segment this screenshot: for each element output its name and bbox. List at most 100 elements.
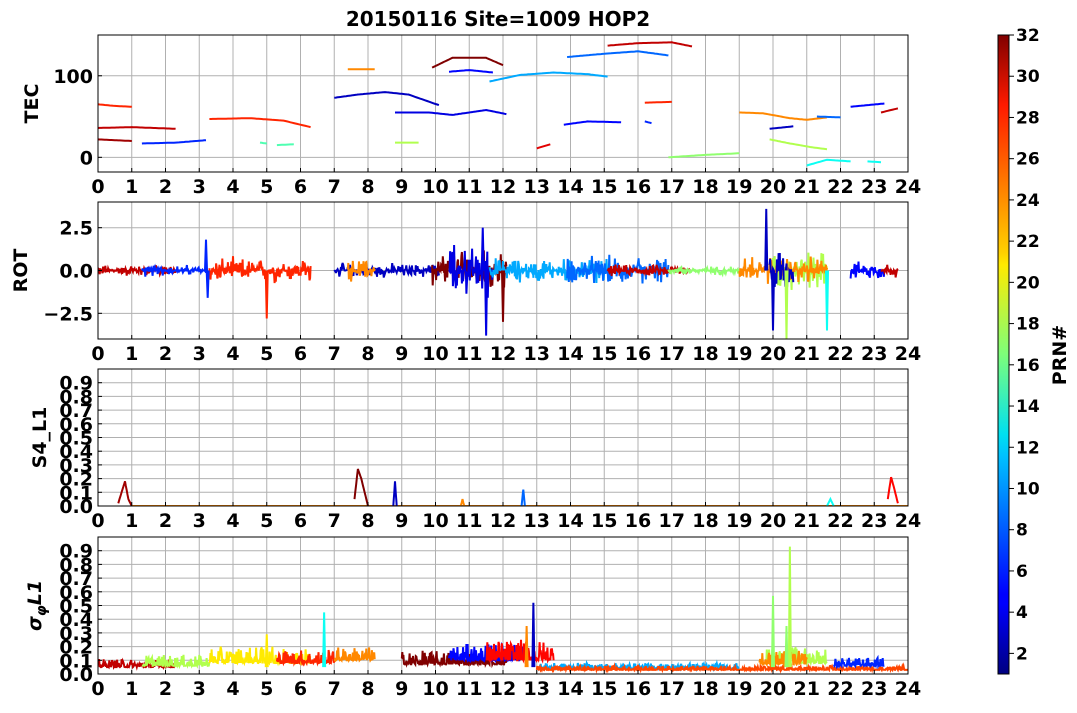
sigma-ylabel: σφL1 [24, 580, 50, 631]
tec-xtick-label: 0 [91, 176, 104, 198]
tec-series-prn13 [867, 160, 882, 164]
sigma-xtick-label: 6 [294, 678, 307, 700]
s4-xtick-label: 5 [260, 510, 273, 532]
rot-panel: 0 1 2 3 4 5 6 7 8 9 10 11 12 13 14 15 16 17 18 19 20 21 22 23 24… [10, 201, 921, 365]
sigma-spike-prn3 [531, 602, 536, 668]
colorbar-tick-label: 26 [1016, 150, 1040, 170]
rot-xtick-label: 5 [260, 343, 273, 365]
sigma-spike-prn24 [524, 626, 529, 668]
s4-xtick-label: 10 [422, 510, 448, 532]
tec-xtick-label: 9 [395, 176, 408, 198]
rot-spike-prn4 [480, 227, 485, 271]
s4-xtick-label: 3 [193, 510, 206, 532]
colorbar-tick-label: 30 [1016, 67, 1040, 87]
rot-xtick-label: 14 [557, 343, 583, 365]
colorbar-tick-label: 10 [1016, 479, 1040, 499]
sigma-xtick-label: 9 [395, 678, 408, 700]
sigma-spike-prn18 [787, 546, 792, 668]
colorbar-tick-label: 24 [1016, 191, 1040, 211]
rot-spike-prn3 [770, 270, 776, 331]
sigma-xtick-label: 0 [91, 678, 104, 700]
s4-xtick-label: 8 [361, 510, 374, 532]
rot-xtick-label: 19 [726, 343, 752, 365]
rot-spike-prn13 [824, 270, 830, 331]
rot-xtick-label: 3 [193, 343, 206, 365]
colorbar-tick-label: 22 [1016, 232, 1040, 252]
colorbar-tick-label: 6 [1016, 562, 1028, 582]
tec-xtick-label: 23 [861, 176, 887, 198]
rot-xtick-label: 8 [361, 343, 374, 365]
rot-ylabel: ROT [10, 249, 32, 293]
s4-xtick-label: 1 [125, 510, 138, 532]
tec-xtick-label: 6 [294, 176, 307, 198]
rot-spike-prn27 [264, 270, 269, 319]
tec-xtick-label: 5 [260, 176, 273, 198]
rot-xtick-label: 9 [395, 343, 408, 365]
sigma-xtick-label: 17 [659, 678, 685, 700]
s4-xtick-label: 4 [226, 510, 239, 532]
panels: 0 1 2 3 4 5 6 7 8 9 10 11 12 13 14 15 16 17 18 19 20 21 22 23 24… [10, 34, 921, 700]
tec-xtick-label: 14 [557, 176, 583, 198]
sigma-xtick-label: 11 [456, 678, 482, 700]
rot-xtick-label: 17 [659, 343, 685, 365]
tec-ylabel: TEC [21, 84, 43, 124]
colorbar-tick-label: 18 [1016, 315, 1040, 335]
tec-series-prn8 [816, 115, 841, 119]
sigma-spike-prn17 [784, 626, 789, 668]
s4-panel: 0 1 2 3 4 5 6 7 8 9 10 11 12 13 14 15 16 17 18 19 20 21 22 23 24… [29, 368, 921, 532]
colorbar-tick-label: 4 [1016, 603, 1028, 623]
s4-xtick-label: 9 [395, 510, 408, 532]
sigma-xtick-label: 24 [895, 678, 921, 700]
sigma-xtick-label: 18 [692, 678, 718, 700]
s4-xtick-label: 21 [794, 510, 820, 532]
s4-xtick-label: 11 [456, 510, 482, 532]
tec-ytick-label: 100 [53, 66, 93, 88]
s4-xtick-label: 7 [328, 510, 341, 532]
scintillation-chart: 20150116 Site=1009 HOP2 0 1 2 3 4 5 6 7 8 9 10 11 12… [10, 7, 1071, 700]
rot-xtick-label: 2 [159, 343, 172, 365]
rot-xtick-label: 12 [490, 343, 516, 365]
rot-xtick-label: 7 [328, 343, 341, 365]
colorbar-tick-label: 12 [1016, 438, 1040, 458]
tec-xtick-label: 10 [422, 176, 448, 198]
sigma-ylabel-main: σ [24, 616, 46, 631]
rot-ytick-label: 0.0 [59, 261, 93, 283]
s4-xtick-label: 15 [591, 510, 617, 532]
sigma-xtick-label: 20 [760, 678, 786, 700]
colorbar-tick-label: 20 [1016, 273, 1040, 293]
sigma-xtick-label: 14 [557, 678, 583, 700]
rot-xtick-label: 21 [794, 343, 820, 365]
rot-xtick-label: 20 [760, 343, 786, 365]
rot-spike-prn3 [764, 208, 769, 271]
rot-xtick-label: 10 [422, 343, 448, 365]
sigma-xtick-label: 3 [193, 678, 206, 700]
sigma-spike-prn13 [322, 612, 327, 668]
colorbar-tick-label: 8 [1016, 521, 1028, 541]
sigma-ytick-label: 0.9 [59, 541, 93, 563]
tec-xtick-label: 16 [625, 176, 651, 198]
s4-xtick-label: 22 [827, 510, 853, 532]
rot-xtick-label: 15 [591, 343, 617, 365]
sigma-xtick-label: 8 [361, 678, 374, 700]
rot-xtick-label: 23 [861, 343, 887, 365]
s4-xtick-label: 6 [294, 510, 307, 532]
sigma-ylabel-sub: φ [34, 605, 50, 616]
rot-xtick-label: 11 [456, 343, 482, 365]
s4-xtick-label: 20 [760, 510, 786, 532]
rot-spike-prn6 [205, 270, 210, 298]
s4-ytick-label: 0.9 [59, 373, 93, 395]
tec-xtick-label: 15 [591, 176, 617, 198]
s4-xtick-label: 23 [861, 510, 887, 532]
sigma-xtick-label: 19 [726, 678, 752, 700]
tec-xtick-label: 19 [726, 176, 752, 198]
sigma-xtick-label: 23 [861, 678, 887, 700]
s4-ylabel: S4_L1 [29, 407, 51, 469]
tec-panel: 0 1 2 3 4 5 6 7 8 9 10 11 12 13 14 15 16 17 18 19 20 21 22 23 24… [21, 34, 921, 198]
sigma-xtick-label: 2 [159, 678, 172, 700]
s4-xtick-label: 12 [490, 510, 516, 532]
rot-ytick-label: 2.5 [59, 218, 93, 240]
sigma-xtick-label: 5 [260, 678, 273, 700]
colorbar-gradient [997, 34, 1010, 675]
tec-xtick-label: 11 [456, 176, 482, 198]
s4-xtick-label: 13 [524, 510, 550, 532]
